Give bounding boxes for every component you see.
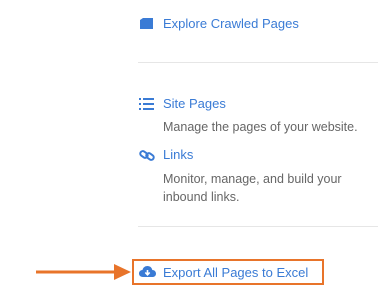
explore-crawled-pages-link[interactable]: Explore Crawled Pages bbox=[139, 14, 319, 34]
cloud-download-icon bbox=[139, 265, 156, 284]
site-pages-link[interactable]: Site Pages bbox=[139, 94, 239, 114]
section-divider bbox=[138, 62, 378, 63]
section-divider-2 bbox=[138, 226, 378, 227]
export-all-pages-button[interactable]: Export All Pages to Excel bbox=[139, 264, 319, 282]
list-icon bbox=[139, 97, 154, 115]
chain-link-icon bbox=[139, 148, 155, 168]
links-description-line2: inbound links. bbox=[163, 190, 240, 204]
annotation-arrow bbox=[36, 263, 132, 286]
explore-crawled-pages-label: Explore Crawled Pages bbox=[163, 16, 299, 31]
export-all-pages-label: Export All Pages to Excel bbox=[163, 265, 309, 280]
links-link[interactable]: Links bbox=[139, 146, 219, 166]
links-label: Links bbox=[163, 147, 194, 162]
site-pages-description: Manage the pages of your website. bbox=[163, 120, 358, 134]
folder-icon bbox=[139, 17, 154, 35]
links-description-line1: Monitor, manage, and build your bbox=[163, 172, 342, 186]
site-pages-label: Site Pages bbox=[163, 96, 226, 111]
